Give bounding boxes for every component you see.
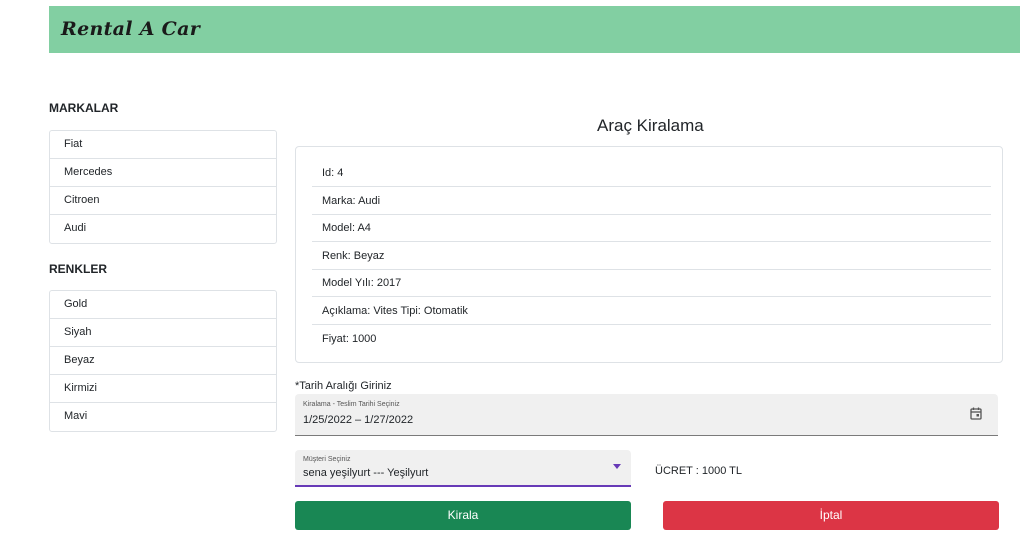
detail-id: Id: 4 — [312, 159, 991, 187]
colors-title: RENKLER — [49, 262, 108, 276]
rent-button[interactable]: Kirala — [295, 501, 631, 530]
detail-color-text: Renk: Beyaz — [322, 250, 385, 262]
page-title: Araç Kiralama — [597, 116, 704, 135]
detail-model: Model: A4 — [312, 214, 991, 242]
detail-id-text: Id: 4 — [322, 167, 344, 179]
date-range-input[interactable]: 1/25/2022 – 1/27/2022 — [303, 414, 413, 426]
cancel-button[interactable]: İptal — [663, 501, 999, 530]
detail-model-year-text: Model Yılı: 2017 — [322, 277, 402, 289]
color-item-siyah[interactable]: Siyah — [50, 319, 276, 347]
customer-selected-value[interactable]: sena yeşilyurt --- Yeşilyurt — [303, 467, 428, 479]
detail-color: Renk: Beyaz — [312, 242, 991, 270]
customer-select[interactable]: Müşteri Seçiniz sena yeşilyurt --- Yeşil… — [295, 450, 631, 487]
brand-item-audi[interactable]: Audi — [50, 215, 276, 243]
detail-brand: Marka: Audi — [312, 187, 991, 215]
color-list: Gold Siyah Beyaz Kirmizi Mavi — [49, 290, 277, 432]
color-item-kirmizi[interactable]: Kirmizi — [50, 375, 276, 403]
brand-logo[interactable]: Rental A Car — [61, 18, 200, 40]
detail-model-year: Model Yılı: 2017 — [312, 269, 991, 297]
brand-item-mercedes[interactable]: Mercedes — [50, 159, 276, 187]
detail-brand-text: Marka: Audi — [322, 195, 381, 207]
date-range-label: *Tarih Aralığı Giriniz — [295, 380, 392, 392]
detail-price: Fiyat: 1000 — [312, 325, 991, 353]
price-total: ÜCRET : 1000 TL — [655, 465, 743, 477]
detail-price-text: Fiyat: 1000 — [322, 333, 377, 345]
detail-model-text: Model: A4 — [322, 222, 371, 234]
brand-item-fiat[interactable]: Fiat — [50, 131, 276, 159]
customer-float-label: Müşteri Seçiniz — [303, 456, 351, 463]
date-range-field[interactable]: Kiralama - Teslim Tarihi Seçiniz 1/25/20… — [295, 394, 998, 436]
brands-title: MARKALAR — [49, 101, 119, 115]
color-item-beyaz[interactable]: Beyaz — [50, 347, 276, 375]
dropdown-caret-icon[interactable] — [613, 464, 621, 469]
detail-description: Açıklama: Vites Tipi: Otomatik — [312, 297, 991, 325]
date-range-float-label: Kiralama - Teslim Tarihi Seçiniz — [303, 401, 400, 408]
car-detail-card: Id: 4 Marka: Audi Model: A4 Renk: Beyaz … — [295, 146, 1003, 363]
top-navbar: Rental A Car — [49, 6, 1020, 53]
brand-item-citroen[interactable]: Citroen — [50, 187, 276, 215]
color-item-mavi[interactable]: Mavi — [50, 403, 276, 431]
calendar-icon[interactable] — [970, 407, 982, 420]
color-item-gold[interactable]: Gold — [50, 291, 276, 319]
brand-list: Fiat Mercedes Citroen Audi — [49, 130, 277, 244]
detail-description-text: Açıklama: Vites Tipi: Otomatik — [322, 305, 468, 317]
